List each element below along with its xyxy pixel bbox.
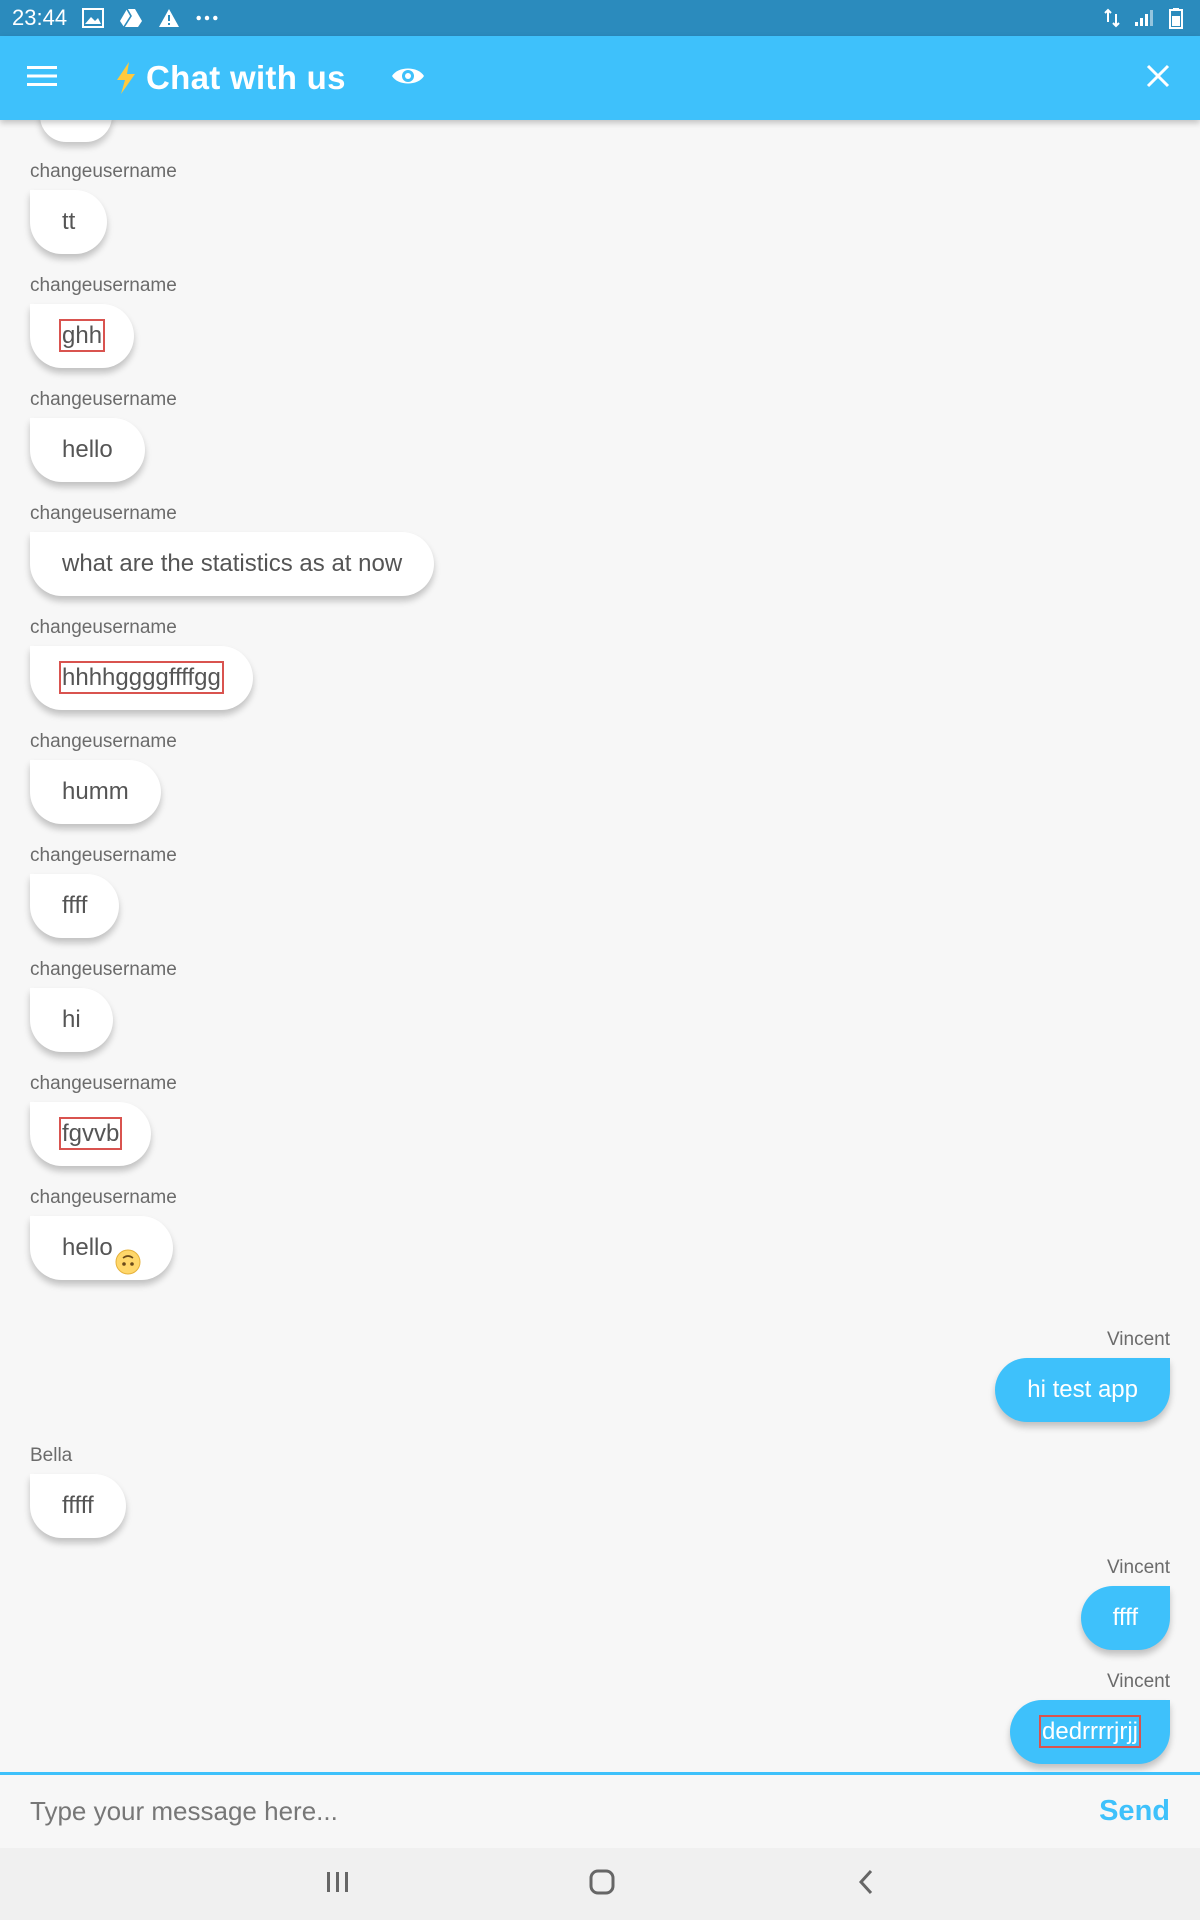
signal-icon xyxy=(1132,6,1156,30)
message-item: Vincent dedrrrrjrjj xyxy=(1010,1670,1170,1764)
message-item: changeusername ffff xyxy=(30,844,177,938)
message-item: changeusername hhhhggggffffgg xyxy=(30,616,253,710)
message-list[interactable]: changeusername tt changeusername ghh cha… xyxy=(0,120,1200,1772)
message-bubble[interactable]: ffff xyxy=(1080,1586,1170,1650)
back-button[interactable] xyxy=(826,1854,906,1914)
message-bubble[interactable]: tt xyxy=(30,190,108,254)
message-text: hi xyxy=(62,1006,81,1033)
lightning-bolt-icon xyxy=(112,61,140,95)
home-button[interactable] xyxy=(562,1854,642,1914)
status-time: 23:44 xyxy=(12,5,68,30)
message-bubble[interactable]: fffff xyxy=(30,1474,126,1538)
message-item: changeusername what are the statistics a… xyxy=(30,502,435,596)
status-bar: 23:44 xyxy=(0,0,1200,36)
visibility-toggle-button[interactable] xyxy=(386,56,430,100)
message-text: dedrrrrjrjj xyxy=(1039,1715,1141,1748)
app-bar: Chat with us xyxy=(0,36,1200,120)
message-bubble[interactable]: hello xyxy=(30,1216,173,1280)
battery-icon xyxy=(1164,6,1188,30)
message-item: changeusername tt xyxy=(30,160,177,254)
message-sender: changeusername xyxy=(30,503,177,524)
message-text: tt xyxy=(62,208,76,235)
message-composer: Send xyxy=(0,1772,1200,1848)
message-text: humm xyxy=(62,778,129,805)
message-bubble[interactable]: humm xyxy=(30,760,161,824)
message-bubble[interactable]: fgvvb xyxy=(30,1102,152,1166)
drive-icon xyxy=(119,6,143,30)
message-bubble[interactable]: dedrrrrjrjj xyxy=(1010,1700,1170,1764)
message-bubble[interactable]: ghh xyxy=(30,304,135,368)
recents-button[interactable] xyxy=(298,1854,378,1914)
upside-down-face-icon xyxy=(115,1236,141,1275)
message-sender: Vincent xyxy=(1106,1329,1170,1350)
message-text: ffff xyxy=(62,892,88,919)
message-item: changeusername humm xyxy=(30,730,177,824)
menu-button[interactable] xyxy=(0,36,84,120)
eye-icon xyxy=(391,64,425,93)
message-bubble[interactable]: hi xyxy=(30,988,113,1052)
page-title: Chat with us xyxy=(146,59,346,96)
message-text: ghh xyxy=(58,319,106,352)
message-item: changeusername hello xyxy=(30,1186,177,1280)
message-bubble[interactable]: hhhhggggffffgg xyxy=(30,646,253,710)
data-arrows-icon xyxy=(1100,6,1124,30)
message-text: hi test app xyxy=(1027,1376,1138,1403)
message-text: what are the statistics as at now xyxy=(62,550,403,577)
status-left: 23:44 xyxy=(12,5,219,31)
message-bubble[interactable]: hello xyxy=(30,418,145,482)
message-input[interactable] xyxy=(30,1796,1100,1827)
home-icon xyxy=(589,1869,615,1900)
message-item: changeusername hello xyxy=(30,388,177,482)
message-sender: changeusername xyxy=(30,959,177,980)
message-sender: Bella xyxy=(30,1445,73,1466)
send-button[interactable]: Send xyxy=(1099,1795,1170,1828)
partial-message-bubble xyxy=(40,120,112,142)
status-right xyxy=(1100,6,1188,30)
message-sender: changeusername xyxy=(30,845,177,866)
back-icon xyxy=(857,1869,875,1900)
message-sender: changeusername xyxy=(30,389,177,410)
message-item: Vincent ffff xyxy=(1080,1556,1170,1650)
message-text: hello xyxy=(62,436,113,463)
message-text: fffff xyxy=(62,1492,94,1519)
message-sender: changeusername xyxy=(30,617,177,638)
title-wrap: Chat with us xyxy=(112,59,346,97)
hamburger-menu-icon xyxy=(27,65,57,92)
message-bubble[interactable]: ffff xyxy=(30,874,120,938)
message-item: Bella fffff xyxy=(30,1444,126,1538)
recents-icon xyxy=(325,1870,351,1899)
close-icon xyxy=(1146,64,1170,93)
image-icon xyxy=(81,6,105,30)
message-sender: changeusername xyxy=(30,161,177,182)
message-sender: Vincent xyxy=(1106,1557,1170,1578)
message-sender: changeusername xyxy=(30,731,177,752)
message-sender: changeusername xyxy=(30,1187,177,1208)
message-sender: changeusername xyxy=(30,275,177,296)
message-text: fgvvb xyxy=(58,1117,123,1150)
message-item: changeusername fgvvb xyxy=(30,1072,177,1166)
chat-screen: 23:44 Chat with us changeusername tt cha… xyxy=(0,0,1200,1920)
message-item: changeusername hi xyxy=(30,958,177,1052)
message-sender: changeusername xyxy=(30,1073,177,1094)
more-dots-icon xyxy=(195,6,219,30)
warning-icon xyxy=(157,6,181,30)
message-item: Vincent hi test app xyxy=(995,1328,1170,1422)
system-nav-bar xyxy=(0,1848,1200,1920)
message-item: changeusername ghh xyxy=(30,274,177,368)
message-sender: Vincent xyxy=(1106,1671,1170,1692)
close-button[interactable] xyxy=(1116,36,1200,120)
message-text: ffff xyxy=(1112,1604,1138,1631)
message-bubble[interactable]: what are the statistics as at now xyxy=(30,532,435,596)
message-text: hhhhggggffffgg xyxy=(59,661,224,694)
message-text: hello xyxy=(62,1234,113,1261)
message-bubble[interactable]: hi test app xyxy=(995,1358,1170,1422)
